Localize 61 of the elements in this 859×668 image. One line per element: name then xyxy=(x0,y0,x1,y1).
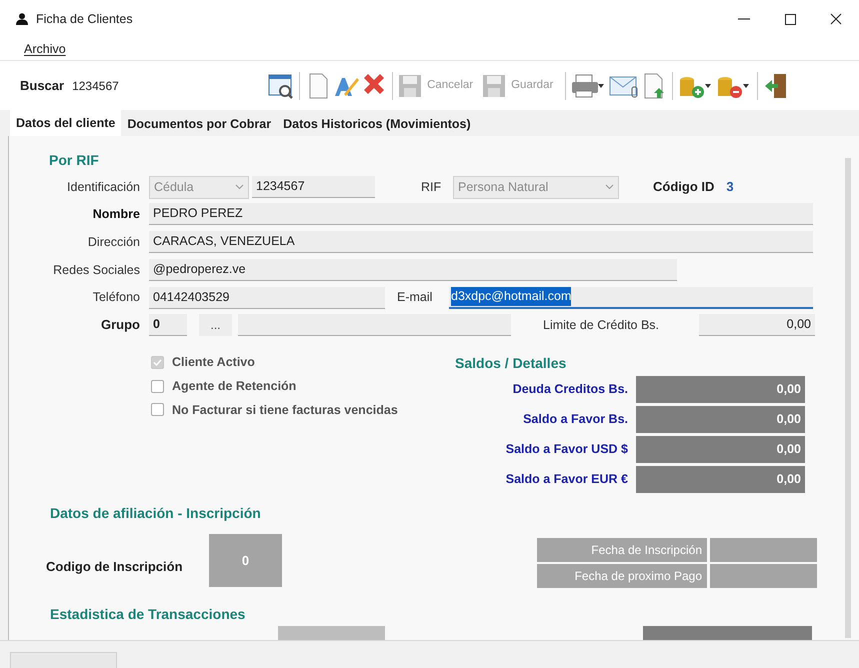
maximize-icon xyxy=(784,14,796,24)
section-title: Por RIF xyxy=(49,151,100,170)
close-icon xyxy=(830,13,842,25)
text-field[interactable] xyxy=(238,314,511,336)
balance-label: Deuda Creditos Bs. xyxy=(512,381,629,398)
caret-icon[interactable] xyxy=(705,84,712,88)
text-field[interactable]: 04142403529 xyxy=(149,286,385,308)
balance-value: 0,00 xyxy=(636,436,805,463)
balance-value: 0,00 xyxy=(636,376,805,403)
field-label: E-mail xyxy=(397,289,434,306)
search-icon[interactable] xyxy=(267,72,296,100)
section-title: Saldos / Detalles xyxy=(455,354,568,373)
checkbox[interactable] xyxy=(151,380,164,393)
code-value: 3 xyxy=(726,178,734,196)
checkbox-label: Cliente Activo xyxy=(172,354,255,371)
text-field[interactable]: 0,00 xyxy=(699,314,815,336)
date-field[interactable] xyxy=(710,564,817,588)
text-field[interactable]: 0 xyxy=(149,314,187,336)
text-field[interactable]: 1234567 xyxy=(252,176,375,198)
minimize-icon xyxy=(738,18,750,20)
date-label: Fecha de Inscripción xyxy=(537,538,707,562)
field-label: Limite de Crédito Bs. xyxy=(543,316,660,334)
balance-label: Saldo a Favor EUR € xyxy=(504,471,629,488)
tab[interactable]: Datos del cliente xyxy=(10,110,122,136)
field-label: Grupo xyxy=(100,316,140,334)
text-field[interactable]: PEDRO PEREZ xyxy=(149,203,813,225)
balance-value: 0,00 xyxy=(636,406,805,433)
section-title: Datos de afiliación - Inscripción xyxy=(50,504,262,523)
text-field[interactable]: CARACAS, VENEZUELA xyxy=(149,231,813,253)
menu-item[interactable]: Archivo xyxy=(24,40,66,58)
checkbox-label: Agente de Retención xyxy=(172,378,296,395)
field-label: Teléfono xyxy=(92,289,140,306)
scrollbar[interactable] xyxy=(845,158,851,638)
save-icon xyxy=(481,72,508,98)
chevron-icon xyxy=(235,184,244,190)
search-label: Buscar xyxy=(20,76,64,95)
field-label: Redes Sociales xyxy=(52,262,140,279)
save-icon xyxy=(397,72,424,98)
date-label: Fecha de proximo Pago xyxy=(537,564,707,588)
section-title: Estadistica de Transacciones xyxy=(50,605,246,624)
field-label: Identificación xyxy=(66,178,140,196)
checkbox-label: No Facturar si tiene facturas vencidas xyxy=(172,402,398,418)
caret-icon[interactable] xyxy=(743,84,750,88)
email-field[interactable]: d3xdpc@hotmail.com xyxy=(449,286,813,308)
field-label: RIF xyxy=(421,178,442,196)
balance-label: Saldo a Favor Bs. xyxy=(522,411,629,428)
field-label: Código ID xyxy=(653,178,714,196)
balance-label: Saldo a Favor USD $ xyxy=(504,441,629,458)
code-value: 0 xyxy=(209,534,282,587)
date-field[interactable] xyxy=(710,538,817,562)
text-field[interactable]: @pedroperez.ve xyxy=(149,259,677,281)
window-title: Ficha de Clientes xyxy=(36,10,133,28)
checkbox[interactable] xyxy=(151,403,164,416)
field-label: Codigo de Inscripción xyxy=(46,558,184,576)
balance-value: 0,00 xyxy=(636,466,805,493)
field-label: Nombre xyxy=(92,206,140,223)
browse-button[interactable]: ... xyxy=(199,314,232,336)
chevron-icon xyxy=(605,184,614,190)
field-label: Dirección xyxy=(86,234,140,251)
caret-icon[interactable] xyxy=(598,84,604,88)
person-icon xyxy=(16,13,28,25)
